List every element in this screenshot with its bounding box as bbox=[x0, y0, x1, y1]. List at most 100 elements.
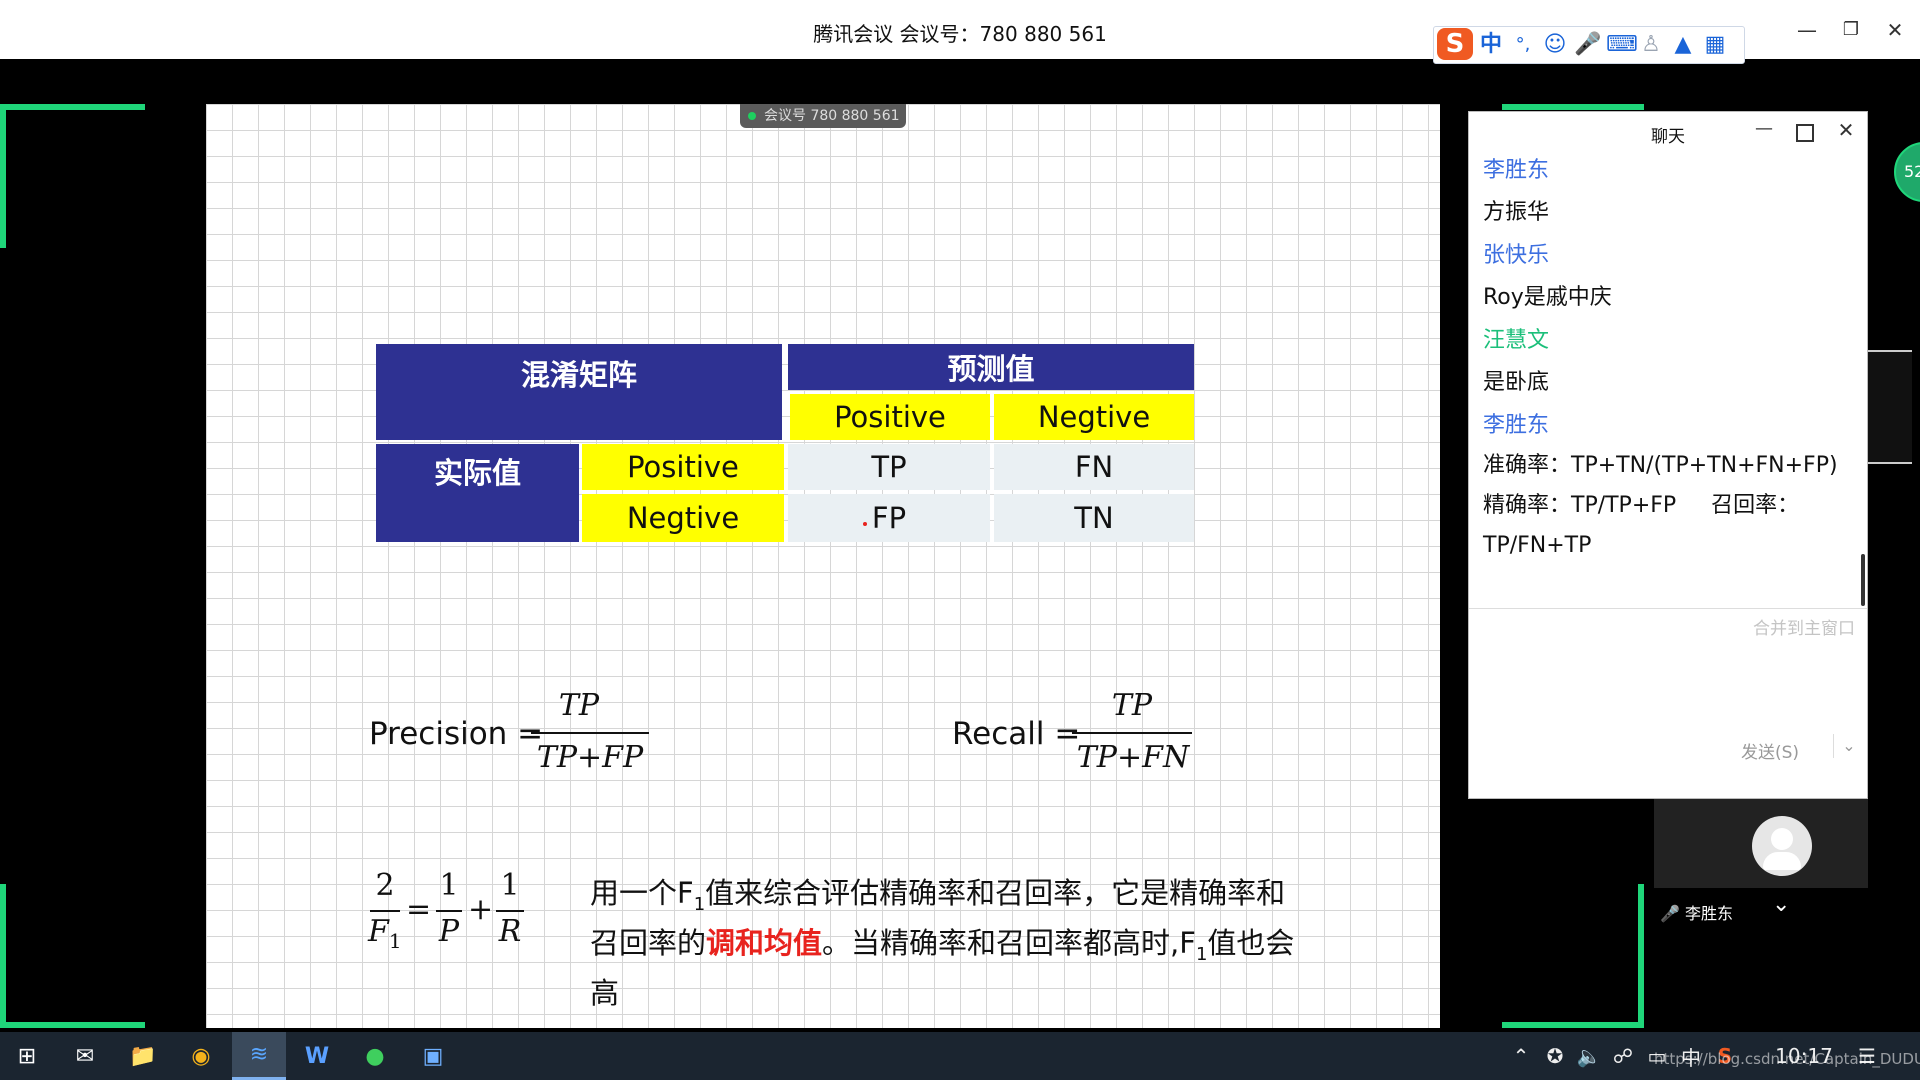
frame-corner bbox=[1638, 884, 1644, 1028]
divider bbox=[1833, 734, 1834, 758]
chat-maximize-button[interactable] bbox=[1796, 124, 1814, 142]
frame-corner bbox=[1502, 104, 1644, 110]
avatar bbox=[1752, 816, 1812, 876]
watermark: https://blog.csdn.net/Captain_DUDU bbox=[1654, 1050, 1920, 1068]
keyboard-icon[interactable]: ⌨ bbox=[1606, 32, 1638, 58]
merge-to-main-link[interactable]: 合并到主窗口 bbox=[1725, 614, 1855, 639]
chat-minimize-button[interactable]: — bbox=[1753, 118, 1775, 139]
status-dot-icon bbox=[748, 112, 756, 120]
message-text: Roy是戚中庆 bbox=[1483, 285, 1612, 310]
fraction-bar bbox=[370, 910, 400, 912]
cell-fn: FN bbox=[994, 444, 1194, 490]
ime-lang-toggle[interactable]: 中 bbox=[1478, 32, 1504, 58]
precision-numerator: TP bbox=[558, 688, 600, 723]
skin-icon[interactable]: ▲ bbox=[1670, 32, 1696, 58]
f1-lhs-denominator: F1 bbox=[368, 914, 402, 953]
pred-negative-header: Negtive bbox=[994, 394, 1194, 440]
chat-title-bar: 聊天 — ✕ bbox=[1469, 112, 1867, 152]
recall-label: Recall = bbox=[952, 716, 1081, 752]
act-negative-header: Negtive bbox=[582, 494, 784, 542]
microphone-icon[interactable]: 🎤 bbox=[1574, 32, 1601, 58]
message-sender: 张快乐 bbox=[1483, 243, 1550, 268]
sogou-logo-icon[interactable]: S bbox=[1437, 28, 1473, 60]
message-sender: 李胜东 bbox=[1483, 413, 1550, 438]
windows-start-icon[interactable]: ⊞ bbox=[0, 1032, 54, 1080]
close-button[interactable]: ✕ bbox=[1880, 16, 1910, 44]
send-options-chevron-icon[interactable]: ⌄ bbox=[1837, 736, 1861, 755]
precision-denominator: TP+FP bbox=[536, 740, 644, 775]
frame-corner bbox=[0, 104, 145, 110]
chrome-icon[interactable]: ◉ bbox=[174, 1032, 228, 1080]
chat-scrollbar[interactable] bbox=[1861, 554, 1865, 606]
act-positive-header: Positive bbox=[582, 444, 784, 490]
file-explorer-icon[interactable]: 📁 bbox=[116, 1032, 170, 1080]
frame-corner bbox=[0, 884, 6, 1028]
chevron-down-icon[interactable]: ⌄ bbox=[1772, 892, 1790, 917]
chat-window: 聊天 — ✕ 李胜东 方振华 张快乐 Roy是戚中庆 汪慧文 是卧底 李胜东 准… bbox=[1468, 111, 1868, 799]
fraction-bar bbox=[1072, 732, 1192, 734]
chevron-up-icon[interactable]: ⌃ bbox=[1508, 1032, 1534, 1080]
tencent-meeting-icon[interactable]: ≋ bbox=[232, 1032, 286, 1080]
avatar-head-icon bbox=[1771, 828, 1793, 850]
speaker-icon[interactable]: 🔈 bbox=[1576, 1032, 1602, 1080]
f1-lhs-numerator: 2 bbox=[375, 868, 395, 903]
cell-tp: TP bbox=[788, 444, 990, 490]
fraction-bar bbox=[531, 732, 649, 734]
message-text: 是卧底 bbox=[1483, 370, 1550, 395]
recall-numerator: TP bbox=[1111, 688, 1153, 723]
network-icon[interactable]: ☍ bbox=[1610, 1032, 1636, 1080]
ime-punct-toggle[interactable]: °, bbox=[1510, 32, 1536, 58]
taskbar: ⊞ ✉ 📁 ◉ ≋ W ● ▣ ⌃ ✪ 🔈 ☍ ▭ 中 S 10:17 ☰ ht… bbox=[0, 1032, 1920, 1080]
wechat-icon[interactable]: ● bbox=[348, 1032, 402, 1080]
cell-fp: FP bbox=[788, 494, 990, 542]
send-button[interactable]: 发送(S) bbox=[1741, 738, 1799, 763]
message-text: 准确率：TP+TN/(TP+TN+FN+FP) bbox=[1483, 453, 1838, 478]
participant-count-badge[interactable]: 52 bbox=[1894, 142, 1920, 202]
divider bbox=[1469, 608, 1867, 609]
avatar-body-icon bbox=[1763, 852, 1801, 870]
actual-header: 实际值 bbox=[376, 444, 579, 542]
word-app-icon[interactable]: W bbox=[290, 1032, 344, 1080]
frame-corner bbox=[0, 104, 6, 248]
chat-input[interactable] bbox=[1469, 642, 1867, 738]
plus-sign: + bbox=[468, 892, 494, 927]
maximize-button[interactable]: ❐ bbox=[1836, 16, 1866, 44]
mail-app-icon[interactable]: ✉ bbox=[58, 1032, 112, 1080]
minimize-button[interactable]: — bbox=[1792, 16, 1822, 44]
message-sender: 李胜东 bbox=[1483, 158, 1550, 183]
frame-corner bbox=[0, 1022, 145, 1028]
side-panel-edge bbox=[1866, 350, 1912, 464]
participant-name: 🎤 李胜东 bbox=[1660, 904, 1734, 923]
emoji-icon[interactable]: ☺ bbox=[1542, 32, 1568, 58]
precision-label: Precision = bbox=[369, 716, 544, 752]
predicted-header: 预测值 bbox=[788, 344, 1194, 390]
laser-pointer-dot bbox=[863, 522, 867, 526]
message-text: 精确率：TP/TP+FP 召回率： bbox=[1483, 493, 1800, 518]
cell-tn: TN bbox=[994, 494, 1194, 542]
equals-sign: = bbox=[406, 892, 432, 927]
wifi-icon[interactable]: ✪ bbox=[1542, 1032, 1568, 1080]
grid-menu-icon[interactable]: ▦ bbox=[1702, 32, 1728, 58]
fraction-bar bbox=[436, 910, 462, 912]
message-text: 方振华 bbox=[1483, 200, 1550, 225]
p-denominator: P bbox=[438, 914, 460, 949]
r-denominator: R bbox=[498, 914, 522, 949]
message-text: TP/FN+TP bbox=[1483, 533, 1592, 558]
chat-message-list: 李胜东 方振华 张快乐 Roy是戚中庆 汪慧文 是卧底 李胜东 准确率：TP+T… bbox=[1483, 156, 1853, 571]
r-numerator: 1 bbox=[500, 868, 520, 903]
fraction-bar bbox=[496, 910, 524, 912]
pred-positive-header: Positive bbox=[790, 394, 990, 440]
chat-close-button[interactable]: ✕ bbox=[1835, 118, 1857, 142]
user-icon[interactable]: ♙ bbox=[1638, 32, 1664, 58]
table-corner-cell: 混淆矩阵 bbox=[376, 344, 782, 440]
frame-corner bbox=[1502, 1022, 1644, 1028]
shared-slide: 混淆矩阵 预测值 Positive Negtive 实际值 Positive N… bbox=[206, 104, 1440, 1028]
recall-denominator: TP+FN bbox=[1076, 740, 1190, 775]
app-icon[interactable]: ▣ bbox=[406, 1032, 460, 1080]
meeting-id-badge: 会议号 780 880 561 bbox=[740, 104, 906, 128]
p-numerator: 1 bbox=[439, 868, 459, 903]
ime-toolbar: S 中 °, ☺ 🎤 ⌨ ♙ ▲ ▦ bbox=[1433, 26, 1745, 64]
mic-muted-icon: 🎤 bbox=[1660, 904, 1680, 923]
message-sender: 汪慧文 bbox=[1483, 328, 1550, 353]
f1-explanation: 用一个F1值来综合评估精确率和召回率，它是精确率和 召回率的调和均值。当精确率和… bbox=[590, 876, 1295, 1010]
